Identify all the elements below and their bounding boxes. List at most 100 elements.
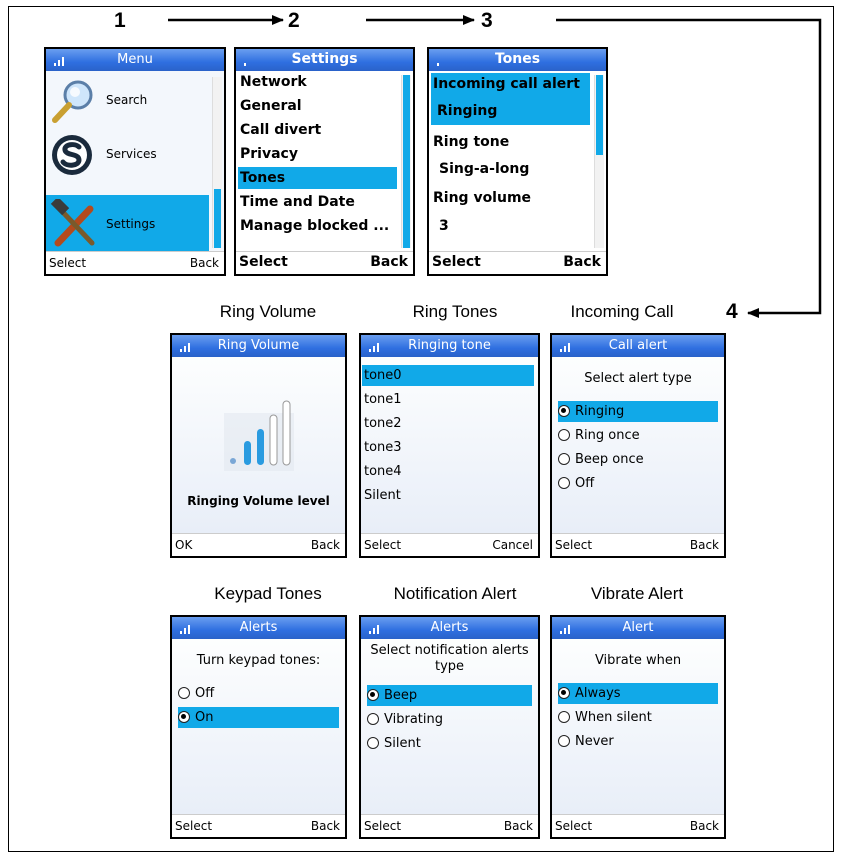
softkey-bar: OK Back [172, 533, 345, 556]
radio-selected-icon[interactable] [367, 689, 379, 701]
caption-incoming-call: Incoming Call [570, 302, 674, 321]
softkey-bar: Select Back [236, 251, 413, 274]
radio-option[interactable]: Vibrating [367, 709, 532, 730]
title-bar: Tones [429, 49, 606, 71]
radio-icon[interactable] [178, 687, 190, 699]
radio-icon[interactable] [558, 735, 570, 747]
menu-item-settings[interactable]: Settings [46, 195, 209, 253]
softkey-right[interactable]: Back [690, 819, 719, 833]
settings-item-manage-blocked[interactable]: Manage blocked ... [238, 215, 410, 237]
title-bar: Alerts [361, 617, 538, 639]
option-label: Silent [384, 736, 421, 751]
tones-selected-group[interactable]: Incoming call alert Ringing [431, 73, 590, 125]
title-bar: Alert [552, 617, 724, 639]
softkey-left[interactable]: OK [175, 538, 192, 552]
tones-item-value: 3 [439, 218, 449, 234]
radio-option[interactable]: Always [558, 683, 718, 704]
radio-icon[interactable] [558, 453, 570, 465]
radio-selected-icon[interactable] [558, 405, 570, 417]
softkey-right[interactable]: Back [690, 538, 719, 552]
softkey-left[interactable]: Select [239, 254, 288, 270]
radio-option[interactable]: Beep [367, 685, 532, 706]
title-bar: Ringing tone [361, 335, 538, 357]
option-label: Ring once [575, 428, 640, 443]
softkey-right[interactable]: Back [311, 819, 340, 833]
softkey-right[interactable]: Back [504, 819, 533, 833]
settings-item-network[interactable]: Network [238, 71, 410, 93]
radio-option[interactable]: When silent [558, 707, 718, 728]
softkey-left[interactable]: Select [555, 819, 592, 833]
radio-option[interactable]: Never [558, 731, 718, 752]
tones-item-ring-tone[interactable]: Ring tone [431, 131, 603, 153]
tones-item-value: Sing-a-long [439, 161, 530, 177]
settings-item-call-divert[interactable]: Call divert [238, 119, 410, 141]
caption-keypad-tones: Keypad Tones [214, 584, 322, 603]
softkey-right[interactable]: Back [563, 254, 601, 270]
tones-item-incoming-call-alert[interactable]: Incoming call alert [431, 73, 590, 95]
tone-item[interactable]: tone1 [364, 389, 532, 410]
step-2-label: 2 [288, 9, 300, 32]
caption-vibrate-alert: Vibrate Alert [590, 584, 684, 603]
softkey-bar: Select Back [172, 814, 345, 837]
scrollbar-thumb[interactable] [596, 75, 603, 155]
tone-item[interactable]: tone2 [364, 413, 532, 434]
softkey-right[interactable]: Back [190, 256, 219, 270]
tone-item[interactable]: tone0 [362, 365, 534, 386]
scrollbar[interactable] [401, 75, 411, 248]
softkey-left[interactable]: Select [364, 538, 401, 552]
radio-option[interactable]: Off [558, 473, 718, 494]
caption-ring-volume: Ring Volume [219, 302, 317, 321]
softkey-left[interactable]: Select [555, 538, 592, 552]
softkey-left[interactable]: Select [364, 819, 401, 833]
settings-item-tones[interactable]: Tones [238, 167, 397, 189]
menu-screen: Menu Search Services Settings Select Bac… [44, 47, 226, 276]
step-1-label: 1 [114, 9, 126, 32]
vibrate-title: Alert [622, 620, 654, 635]
settings-item-general[interactable]: General [238, 95, 410, 117]
tools-icon [50, 199, 95, 247]
tone-item[interactable]: tone4 [364, 461, 532, 482]
menu-item-services[interactable]: Services [46, 131, 211, 181]
step-4-label: 4 [726, 300, 738, 323]
softkey-left[interactable]: Select [432, 254, 481, 270]
radio-option[interactable]: Silent [367, 733, 532, 754]
option-label: Off [195, 686, 215, 701]
scrollbar-thumb[interactable] [214, 189, 221, 248]
radio-selected-icon[interactable] [178, 711, 190, 723]
scrollbar-thumb[interactable] [403, 75, 410, 248]
menu-title: Menu [117, 52, 153, 67]
softkey-right[interactable]: Back [311, 538, 340, 552]
menu-item-search[interactable]: Search [46, 75, 211, 125]
tone-item[interactable]: Silent [364, 485, 532, 506]
volume-label: Ringing Volume level [187, 494, 330, 508]
scrollbar[interactable] [594, 75, 604, 248]
radio-icon[interactable] [367, 713, 379, 725]
radio-icon[interactable] [558, 477, 570, 489]
settings-item-privacy[interactable]: Privacy [238, 143, 410, 165]
tones-item-ring-volume[interactable]: Ring volume [431, 187, 603, 209]
radio-option[interactable]: On [178, 707, 339, 728]
radio-selected-icon[interactable] [558, 687, 570, 699]
radio-option[interactable]: Beep once [558, 449, 718, 470]
radio-option[interactable]: Ringing [558, 401, 718, 422]
option-label: Vibrating [384, 712, 443, 727]
radio-option[interactable]: Off [178, 683, 339, 704]
softkey-bar: Select Cancel [361, 533, 538, 556]
radio-icon[interactable] [367, 737, 379, 749]
step-3-label: 3 [481, 9, 493, 32]
settings-item-time-date[interactable]: Time and Date [238, 191, 410, 213]
radio-icon[interactable] [558, 429, 570, 441]
radio-option[interactable]: Ring once [558, 425, 718, 446]
tone-item[interactable]: tone3 [364, 437, 532, 458]
ring-volume-title: Ring Volume [217, 338, 300, 353]
tones-title: Tones [494, 51, 541, 67]
softkey-left[interactable]: Select [49, 256, 86, 270]
option-label: When silent [575, 710, 652, 725]
softkey-right[interactable]: Cancel [492, 538, 533, 552]
settings-screen: Settings Network General Call divert Pri… [234, 47, 415, 276]
softkey-bar: Select Back [361, 814, 538, 837]
softkey-left[interactable]: Select [175, 819, 212, 833]
radio-icon[interactable] [558, 711, 570, 723]
softkey-right[interactable]: Back [370, 254, 408, 270]
scrollbar[interactable] [212, 77, 222, 248]
